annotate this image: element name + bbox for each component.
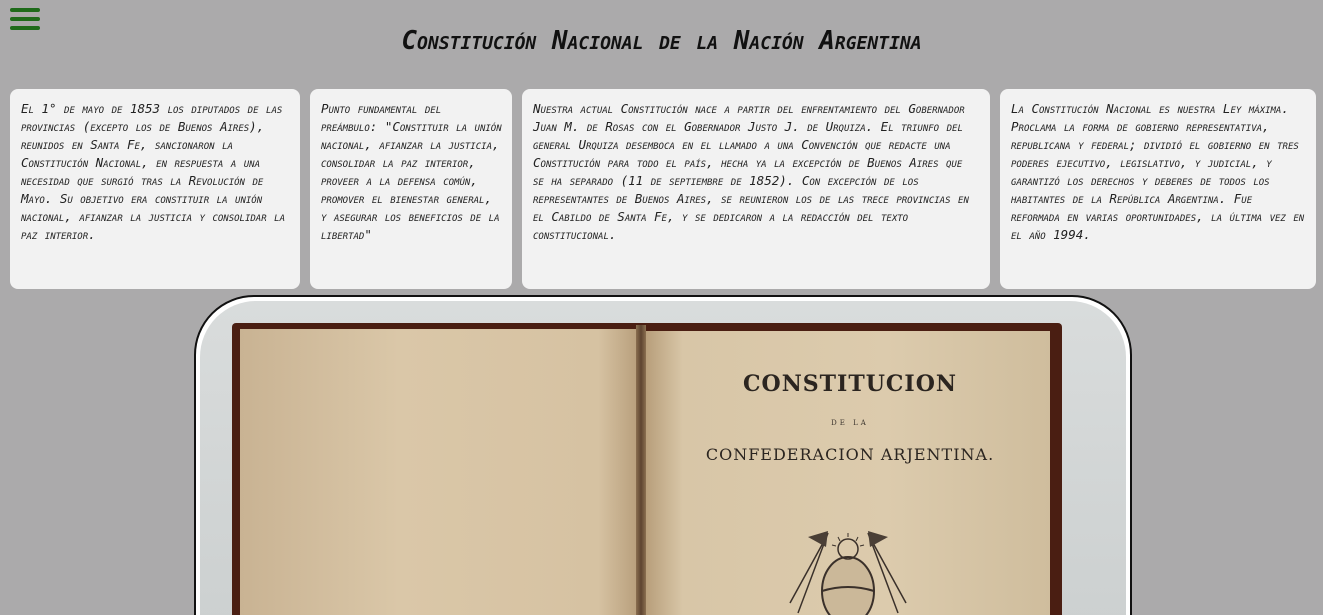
book-gutter [636, 325, 646, 615]
book-title-text: CONSTITUCION [743, 371, 957, 397]
constitution-book-photo: CONSTITUCION DE LA CONFEDERACION ARJENTI… [200, 301, 1126, 615]
menu-bar [10, 8, 40, 12]
constitution-image-frame: CONSTITUCION DE LA CONFEDERACION ARJENTI… [194, 295, 1132, 615]
info-card-supreme-law: La Constitución Nacional es nuestra Ley … [1000, 89, 1316, 289]
page-title: Constitución Nacional de la Nación Argen… [401, 26, 922, 56]
menu-bar [10, 17, 40, 21]
info-card-1853: El 1° de mayo de 1853 los diputados de l… [10, 89, 300, 289]
book-left-page [240, 329, 638, 615]
book-subtitle-text: CONFEDERACION ARJENTINA. [705, 445, 995, 464]
book-de-la-text: DE LA [831, 419, 869, 427]
info-card-preamble: Punto fundamental del preámbulo: "Consti… [310, 89, 512, 289]
info-card-history: Nuestra actual Constitución nace a parti… [522, 89, 990, 289]
coat-of-arms-icon [789, 531, 907, 615]
